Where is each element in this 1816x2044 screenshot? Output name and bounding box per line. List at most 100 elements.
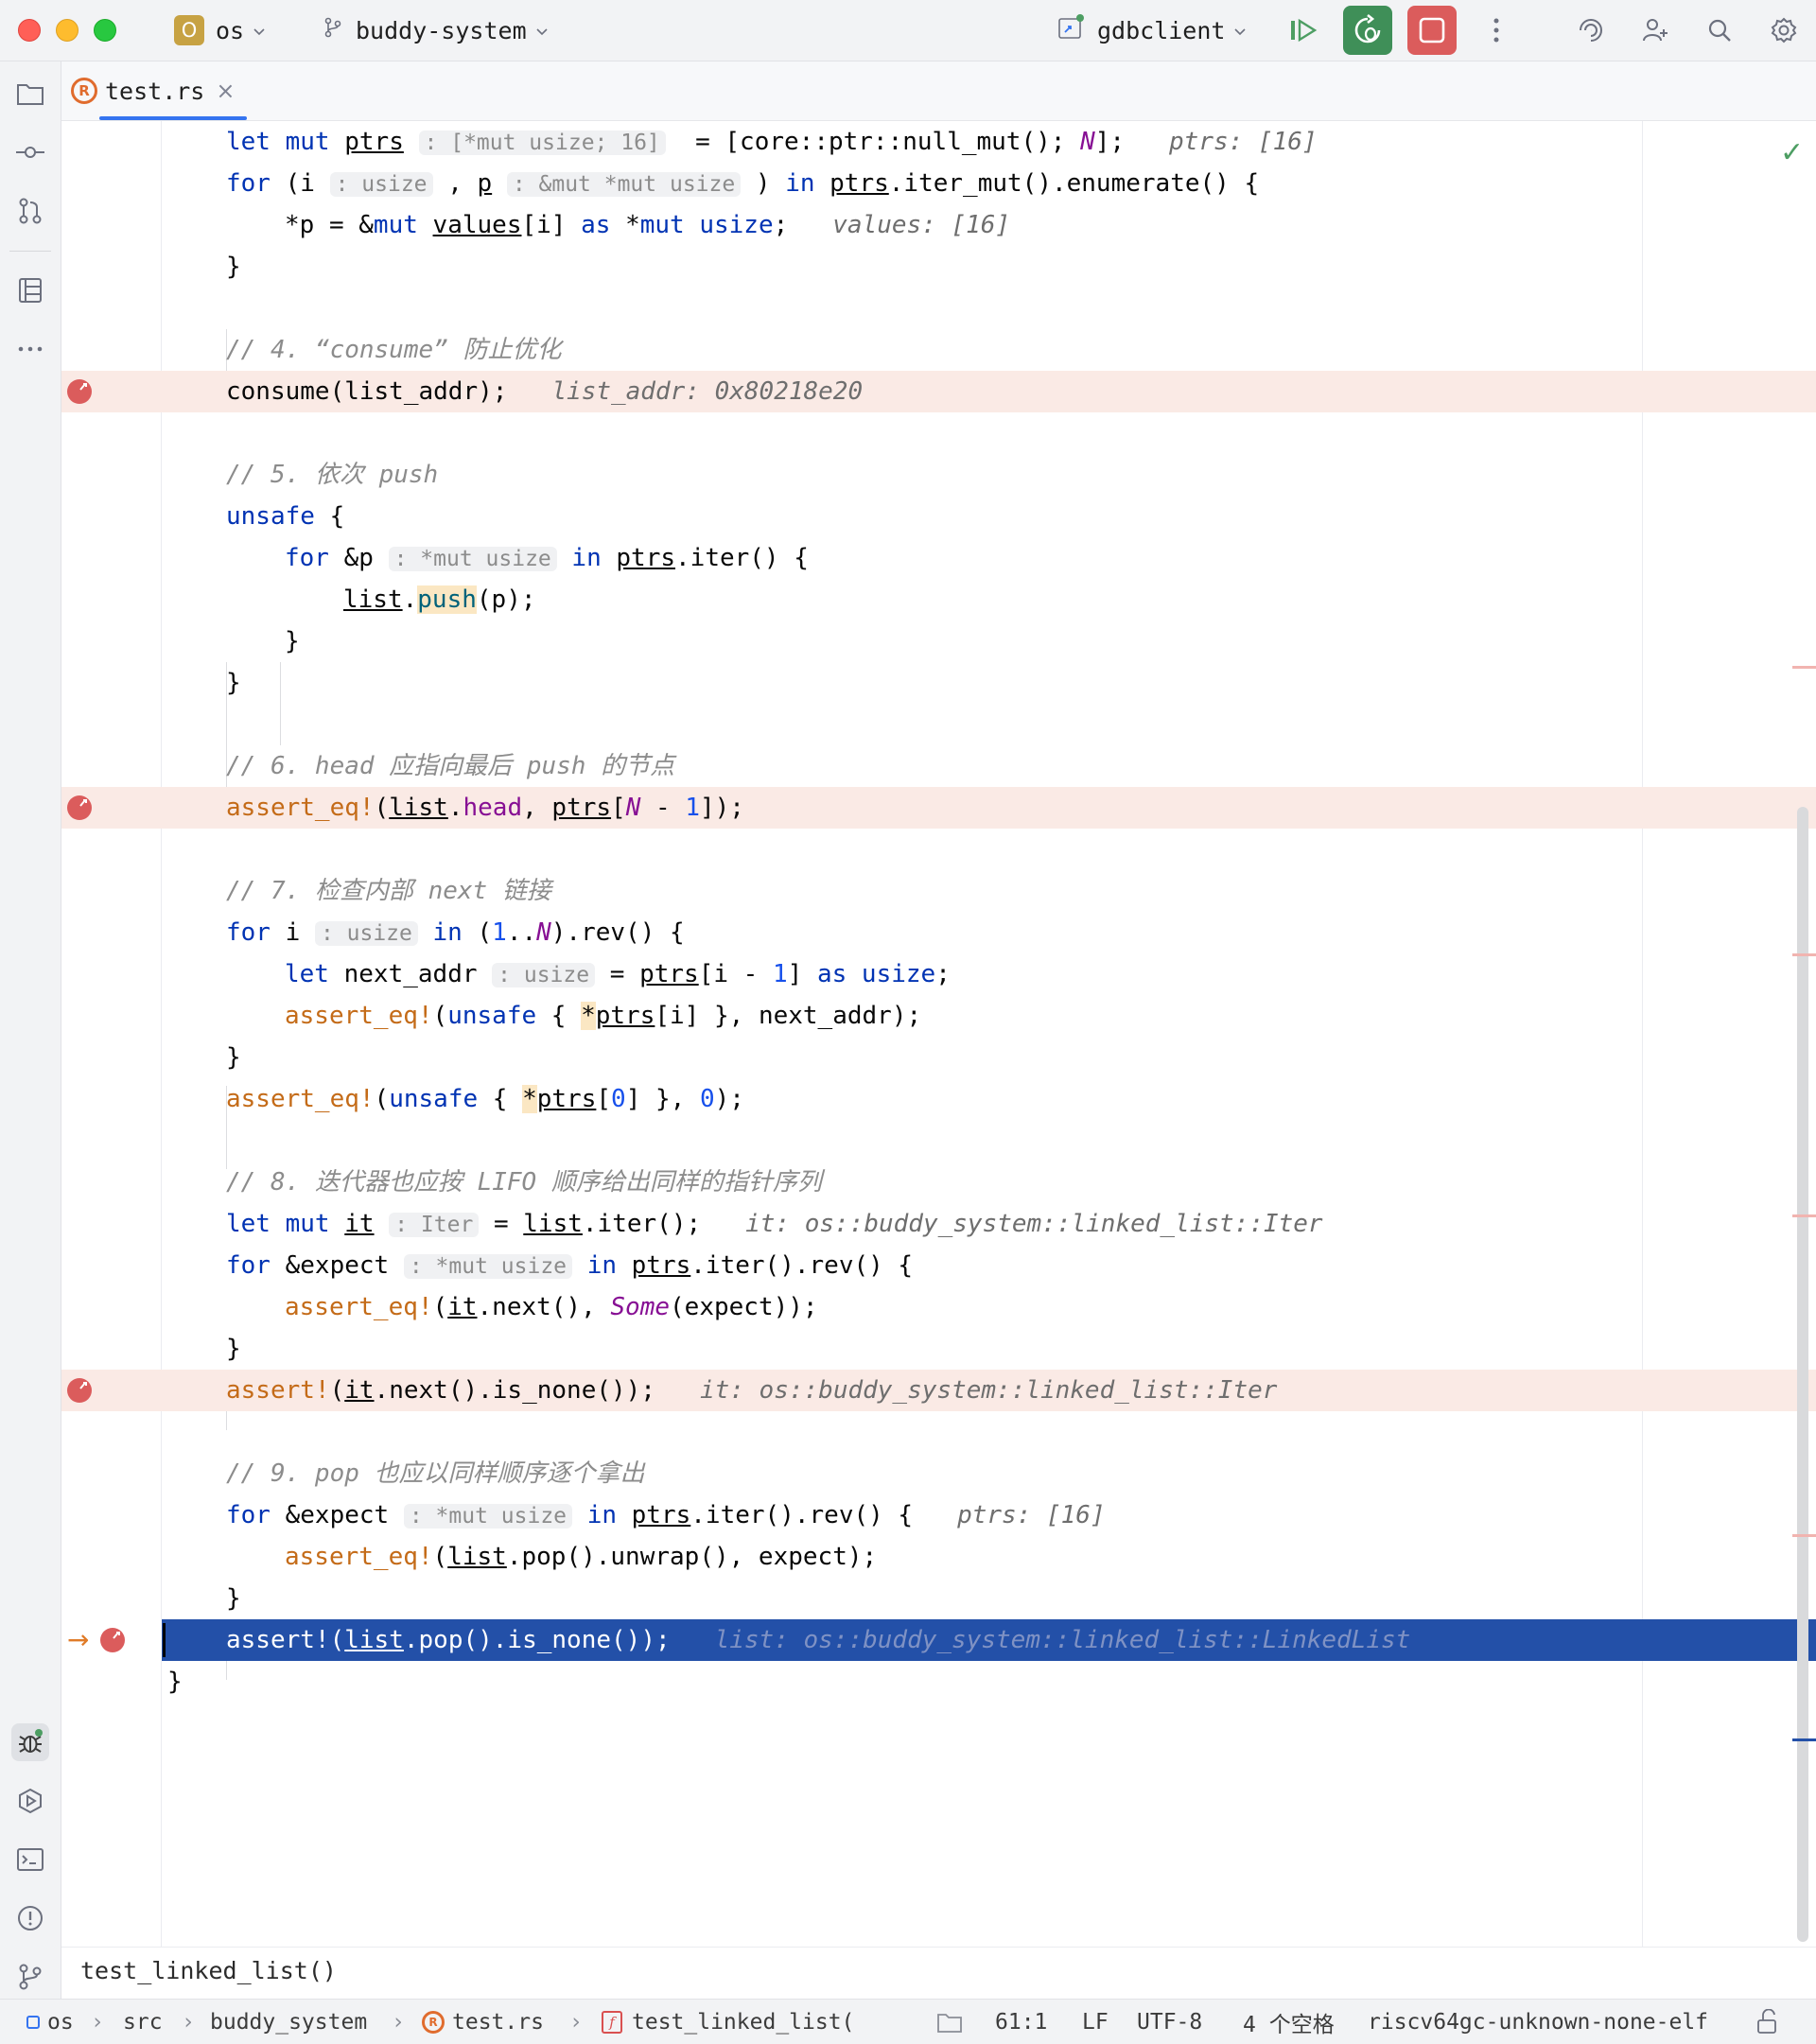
debug-button[interactable] [1343,6,1392,55]
code-line[interactable]: *p = &mut values[i] as *mut usize; value… [61,204,1816,246]
tab-test-rs[interactable]: R test.rs × [61,61,251,120]
indent-setting[interactable]: 4 个空格 [1243,2000,1335,2044]
code-line[interactable]: // 5. 依次 push [61,454,1816,496]
structure-icon[interactable] [11,271,49,309]
breakpoint-line[interactable]: assert!(it.next().is_none()); it: os::bu… [61,1370,1816,1411]
tool-window-strip [0,61,61,2000]
code-line[interactable]: for i : usize in (1..N).rev() { [61,912,1816,953]
breakpoint-line[interactable]: assert_eq!(list.head, ptrs[N - 1]); [61,787,1816,829]
rust-file-icon: R [422,2010,445,2034]
breakpoint-icon[interactable] [66,378,93,405]
caret-position[interactable]: 61:1 [995,2000,1047,2044]
close-window-button[interactable] [18,19,41,42]
execution-point-arrow-icon: → [67,1624,90,1655]
code-line[interactable]: assert_eq!(list.pop().unwrap(), expect); [61,1536,1816,1578]
debug-icon[interactable] [11,1723,49,1761]
code-line[interactable]: list.push(p); [61,579,1816,620]
pull-request-icon[interactable] [11,192,49,230]
inlay-type-hint: : *mut usize [403,1254,573,1279]
crumb-src[interactable]: src [123,2000,163,2044]
code-line[interactable]: for &p : *mut usize in ptrs.iter() { [61,537,1816,579]
minimize-window-button[interactable] [56,19,79,42]
terminal-icon[interactable] [11,1841,49,1878]
code-line[interactable]: } [61,1661,1816,1703]
settings-icon[interactable] [1765,11,1803,49]
code-line[interactable]: unsafe { [61,496,1816,537]
code-line[interactable]: assert_eq!(it.next(), Some(expect)); [61,1286,1816,1328]
line-ending[interactable]: LF [1082,2000,1109,2044]
inlay-type-hint: : usize [314,921,418,946]
code-line[interactable]: let next_addr : usize = ptrs[i - 1] as u… [61,953,1816,995]
add-user-icon[interactable] [1636,11,1674,49]
status-bar: os › src › buddy_system › Rtest.rs › f te… [0,1999,1816,2044]
git-icon[interactable] [11,1958,49,1996]
run-config-selector[interactable]: gdbclient [1057,0,1248,61]
function-icon: f [602,2010,622,2034]
code-line[interactable]: let mut ptrs : [*mut usize; 16] = [core:… [61,121,1816,163]
code-line[interactable]: assert_eq!(unsafe { *ptrs[i] }, next_add… [61,995,1816,1037]
crumb-file[interactable]: Rtest.rs [422,2000,544,2044]
run-icon[interactable] [11,1782,49,1820]
code-line[interactable]: for &expect : *mut usize in ptrs.iter().… [61,1245,1816,1286]
code-line[interactable]: } [61,1578,1816,1619]
code-line[interactable]: for &expect : *mut usize in ptrs.iter().… [61,1494,1816,1536]
close-tab-icon[interactable]: × [216,78,235,104]
project-badge: O [174,15,204,45]
folder-icon[interactable] [11,75,49,113]
text-caret [163,1623,166,1657]
debug-rerun-icon [1354,14,1381,44]
code-line[interactable]: // 9. pop 也应以同样顺序逐个拿出 [61,1453,1816,1494]
resume-icon[interactable] [1284,11,1322,49]
code-line[interactable]: // 8. 迭代器也应按 LIFO 顺序给出同样的指针序列 [61,1162,1816,1203]
ai-assistant-icon[interactable] [1572,11,1610,49]
crumb-os[interactable]: os [26,2000,74,2044]
code-line[interactable]: } [61,620,1816,662]
project-selector[interactable]: O os [174,0,267,61]
code-line[interactable]: } [61,1328,1816,1370]
inlay-type-hint: : Iter [389,1213,480,1237]
function-breadcrumb-bar: test_linked_list() [61,1947,1816,1999]
tab-label: test.rs [105,77,205,105]
lock-icon[interactable] [1755,2000,1780,2044]
zoom-window-button[interactable] [94,19,116,42]
file-encoding[interactable]: UTF-8 [1137,2000,1202,2044]
code-line[interactable]: let mut it : Iter = list.iter(); it: os:… [61,1203,1816,1245]
crumb-separator: › [182,2009,195,2035]
vertical-scrollbar[interactable] [1797,807,1808,1942]
crumb-buddy-system[interactable]: buddy_system [210,2000,367,2044]
project-name: os [216,16,245,44]
code-line[interactable]: } [61,246,1816,288]
module-icon [26,2015,40,2029]
code-line[interactable]: } [61,1037,1816,1078]
title-bar: O os buddy-system gdbclient [0,0,1816,61]
breakpoint-icon[interactable] [66,795,93,821]
branch-selector[interactable]: buddy-system [322,0,550,61]
inline-debug-value: list_addr: 0x80218e20 [551,377,864,406]
code-line[interactable]: assert_eq!(unsafe { *ptrs[0] }, 0); [61,1078,1816,1120]
inlay-type-hint: : usize [492,963,596,987]
code-line[interactable]: // 7. 检查内部 next 链接 [61,870,1816,912]
inline-debug-value: ptrs: [16] [957,1501,1106,1529]
kebab-icon[interactable] [1477,11,1515,49]
code-line[interactable]: // 6. head 应指向最后 push 的节点 [61,745,1816,787]
chevron-down-icon [252,17,267,44]
crumb-function[interactable]: f test_linked_list( [602,2000,854,2044]
breakpoint-icon[interactable] [66,1377,93,1404]
stop-button[interactable] [1407,6,1457,55]
inline-debug-value: values: [16] [832,211,1011,239]
current-execution-line[interactable]: → assert!(list.pop().is_none()); list: o… [61,1619,1816,1661]
build-target[interactable]: riscv64gc-unknown-none-elf [1368,2000,1708,2044]
code-line[interactable]: } [61,662,1816,704]
code-editor[interactable]: ✓ let mut ptrs : [*mut usize; 16] = [cor… [61,121,1816,1947]
current-function-label[interactable]: test_linked_list() [80,1957,337,1984]
inline-debug-value: ptrs: [16] [1169,128,1318,156]
code-line[interactable]: for (i : usize , p : &mut *mut usize ) i… [61,163,1816,204]
commit-icon[interactable] [11,133,49,171]
folder-icon[interactable] [936,2000,963,2044]
search-icon[interactable] [1701,11,1738,49]
code-line[interactable]: // 4. “consume” 防止优化 [61,329,1816,371]
breakpoint-icon[interactable] [99,1627,126,1653]
problems-icon[interactable] [11,1899,49,1937]
more-icon[interactable] [11,330,49,368]
breakpoint-line[interactable]: consume(list_addr); list_addr: 0x80218e2… [61,371,1816,412]
